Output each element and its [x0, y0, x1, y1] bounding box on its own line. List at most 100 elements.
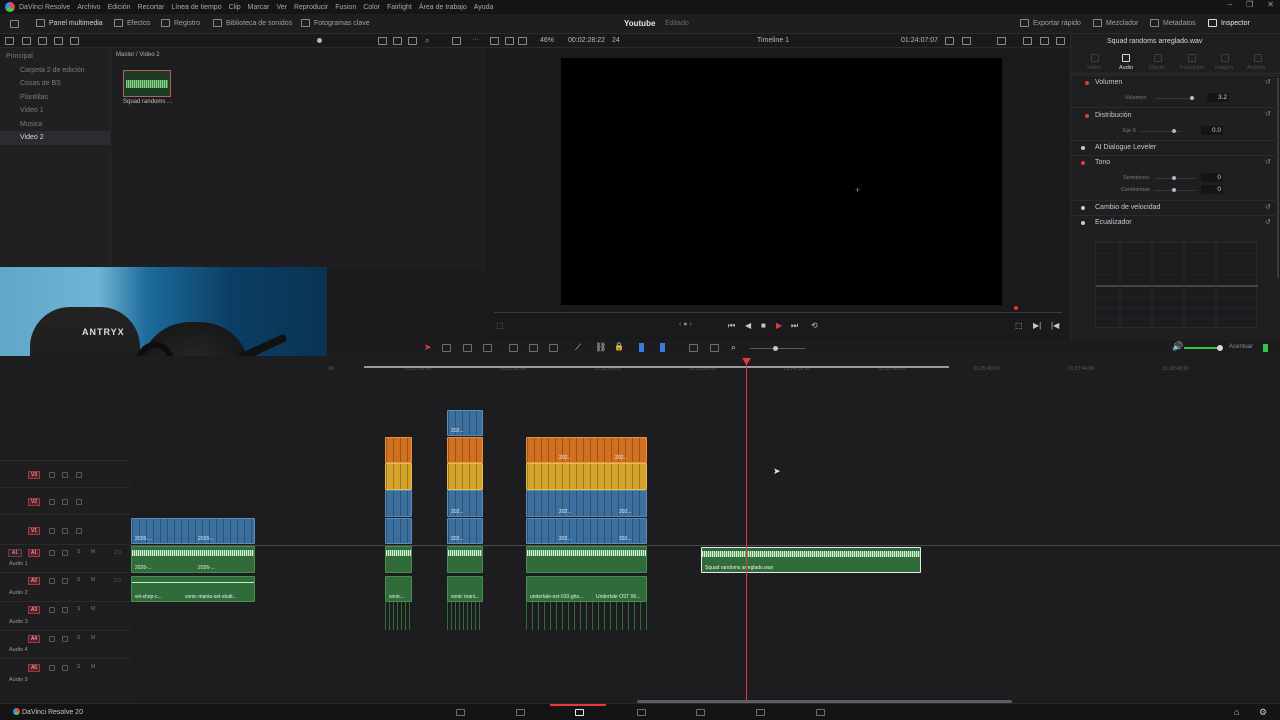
overwrite-clip-icon[interactable] — [529, 344, 538, 352]
trim-tool-icon[interactable] — [442, 344, 451, 352]
next-edit-icon[interactable]: ▶| — [1033, 321, 1041, 330]
grid-view-icon[interactable] — [393, 37, 402, 45]
search-icon[interactable]: ⌕ — [425, 36, 429, 46]
bin-item[interactable]: Video 1 — [0, 104, 110, 118]
clip-v2-group2[interactable]: 202... — [447, 490, 483, 517]
track-label-v3[interactable]: V3 — [28, 471, 40, 479]
menu-ver[interactable]: Ver — [276, 4, 287, 11]
equalizer-graph[interactable] — [1095, 242, 1258, 329]
equalizer-title[interactable]: Ecualizador — [1095, 219, 1132, 226]
speed-change-title[interactable]: Cambio de velocidad — [1095, 204, 1160, 211]
tab-transition[interactable]: Transición — [1179, 65, 1204, 71]
clip-a2-left[interactable]: wii-shop-c... sonic-mania-ost-studi... — [131, 576, 255, 602]
clip-v5-group1[interactable] — [385, 437, 412, 463]
eje-x-value[interactable]: 0.0 — [1201, 126, 1223, 135]
track-name-audio1[interactable]: Audio 1 — [9, 561, 28, 567]
play-icon[interactable]: ▶ — [776, 321, 782, 330]
clip-v6-group2[interactable]: 202... — [447, 410, 483, 436]
edit-page-icon[interactable] — [575, 709, 584, 716]
audio-tab-icon[interactable] — [1122, 54, 1130, 62]
pitch-title[interactable]: Tono — [1095, 159, 1110, 166]
flag-icon[interactable] — [639, 343, 644, 352]
clip-a2-group2[interactable]: sonic mani... — [447, 576, 483, 602]
mute-button[interactable]: M — [91, 606, 95, 612]
semitones-slider-knob[interactable] — [1172, 176, 1176, 180]
distribution-enable-dot[interactable] — [1085, 114, 1089, 118]
viewer-canvas[interactable]: + — [561, 58, 1002, 305]
clip-v5-group3[interactable]: 202... 202... — [526, 437, 647, 463]
keyframes-button[interactable]: Fotogramas clave — [301, 19, 370, 27]
lock-icon[interactable] — [49, 499, 55, 505]
replace-clip-icon[interactable] — [549, 344, 558, 352]
tab-audio[interactable]: Audio — [1119, 65, 1133, 71]
auto-select-icon[interactable] — [62, 550, 68, 556]
inspector-button[interactable]: Inspector — [1208, 19, 1250, 27]
solo-button[interactable]: S — [77, 577, 80, 583]
fullscreen-icon[interactable] — [1040, 37, 1049, 45]
solo-button[interactable]: S — [77, 606, 80, 612]
track-label-a2[interactable]: A2 — [28, 577, 40, 585]
menu-ayuda[interactable]: Ayuda — [474, 4, 494, 11]
smart-bin-icon[interactable] — [54, 37, 63, 45]
more-options-icon[interactable]: ··· — [472, 36, 479, 43]
clip-v2-group3[interactable]: 202... 202... — [526, 490, 647, 517]
fairlight-page-icon[interactable] — [756, 709, 765, 716]
viewer-scrub-bar[interactable] — [494, 312, 1062, 313]
pitch-reset-icon[interactable]: ↺ — [1265, 158, 1273, 166]
clip-v4-group3[interactable] — [526, 463, 647, 490]
solo-button[interactable]: S — [77, 549, 80, 555]
menu-fairlight[interactable]: Fairlight — [387, 4, 412, 11]
menu-edicion[interactable]: Edición — [108, 4, 131, 11]
minimize-icon[interactable]: – — [1228, 0, 1232, 9]
volume-enable-dot[interactable] — [1085, 81, 1089, 85]
monitor-volume-knob[interactable] — [1217, 345, 1223, 351]
volume-slider-knob[interactable] — [1190, 96, 1194, 100]
bin-item[interactable]: Musica — [0, 118, 110, 132]
zoom-custom-icon[interactable]: ⌕ — [731, 342, 736, 353]
viewer-mode-select-icon[interactable]: ⬚ — [496, 321, 504, 330]
auto-select-icon[interactable] — [62, 499, 68, 505]
menu-color[interactable]: Color — [363, 4, 380, 11]
jog-control-icon[interactable]: ‹ ● › — [679, 321, 692, 328]
lock-icon[interactable] — [49, 578, 55, 584]
zoom-slider-knob[interactable] — [773, 346, 778, 351]
solo-button[interactable]: S — [77, 664, 80, 670]
image-tab-icon[interactable] — [1221, 54, 1229, 62]
mute-button[interactable]: M — [91, 635, 95, 641]
track-label-a5[interactable]: A5 — [28, 664, 40, 672]
filter-icon[interactable] — [38, 37, 47, 45]
sort-icon[interactable] — [22, 37, 31, 45]
thumb-size-slider[interactable] — [317, 38, 322, 43]
viewer-mode-icon[interactable] — [490, 37, 499, 45]
inspector-toggle-icon[interactable] — [1056, 37, 1065, 45]
cents-value[interactable]: 0 — [1201, 185, 1223, 194]
blade-tool-icon[interactable] — [483, 344, 492, 352]
equalizer-enable-dot[interactable] — [1081, 221, 1085, 225]
log-button[interactable]: Registro — [161, 19, 200, 27]
speed-reset-icon[interactable]: ↺ — [1265, 203, 1273, 211]
menu-area-de-trabajo[interactable]: Área de trabajo — [419, 4, 467, 11]
zoom-detail-icon[interactable] — [710, 344, 719, 352]
menu-fusion[interactable]: Fusion — [335, 4, 356, 11]
audio-monitor-icon[interactable] — [997, 37, 1006, 45]
auto-select-icon[interactable] — [62, 607, 68, 613]
solo-button[interactable]: S — [77, 635, 80, 641]
tab-image[interactable]: Imagen — [1215, 65, 1233, 71]
eje-x-slider-knob[interactable] — [1172, 129, 1176, 133]
current-timecode[interactable]: 01:24:07:07 — [901, 37, 938, 44]
clip-v4-group1[interactable] — [385, 463, 412, 490]
lock-icon[interactable] — [49, 636, 55, 642]
cents-slider-knob[interactable] — [1172, 188, 1176, 192]
clip-a1-left[interactable]: 2026-... 2026-... — [131, 546, 255, 573]
lock-icon[interactable] — [49, 665, 55, 671]
sort-order-icon[interactable] — [452, 37, 461, 45]
loop-icon[interactable] — [1023, 37, 1032, 45]
close-icon[interactable]: ✕ — [1267, 0, 1274, 9]
step-back-icon[interactable]: ◀ — [745, 321, 751, 330]
position-lock-icon[interactable]: 🔒 — [614, 342, 624, 351]
bin-list-icon[interactable] — [5, 37, 14, 45]
track-name-audio2[interactable]: Audio 2 — [9, 590, 28, 596]
file-tab-icon[interactable] — [1254, 54, 1262, 62]
track-label-v1[interactable]: V1 — [28, 527, 40, 535]
dim-button[interactable]: Acentuar — [1229, 344, 1253, 350]
